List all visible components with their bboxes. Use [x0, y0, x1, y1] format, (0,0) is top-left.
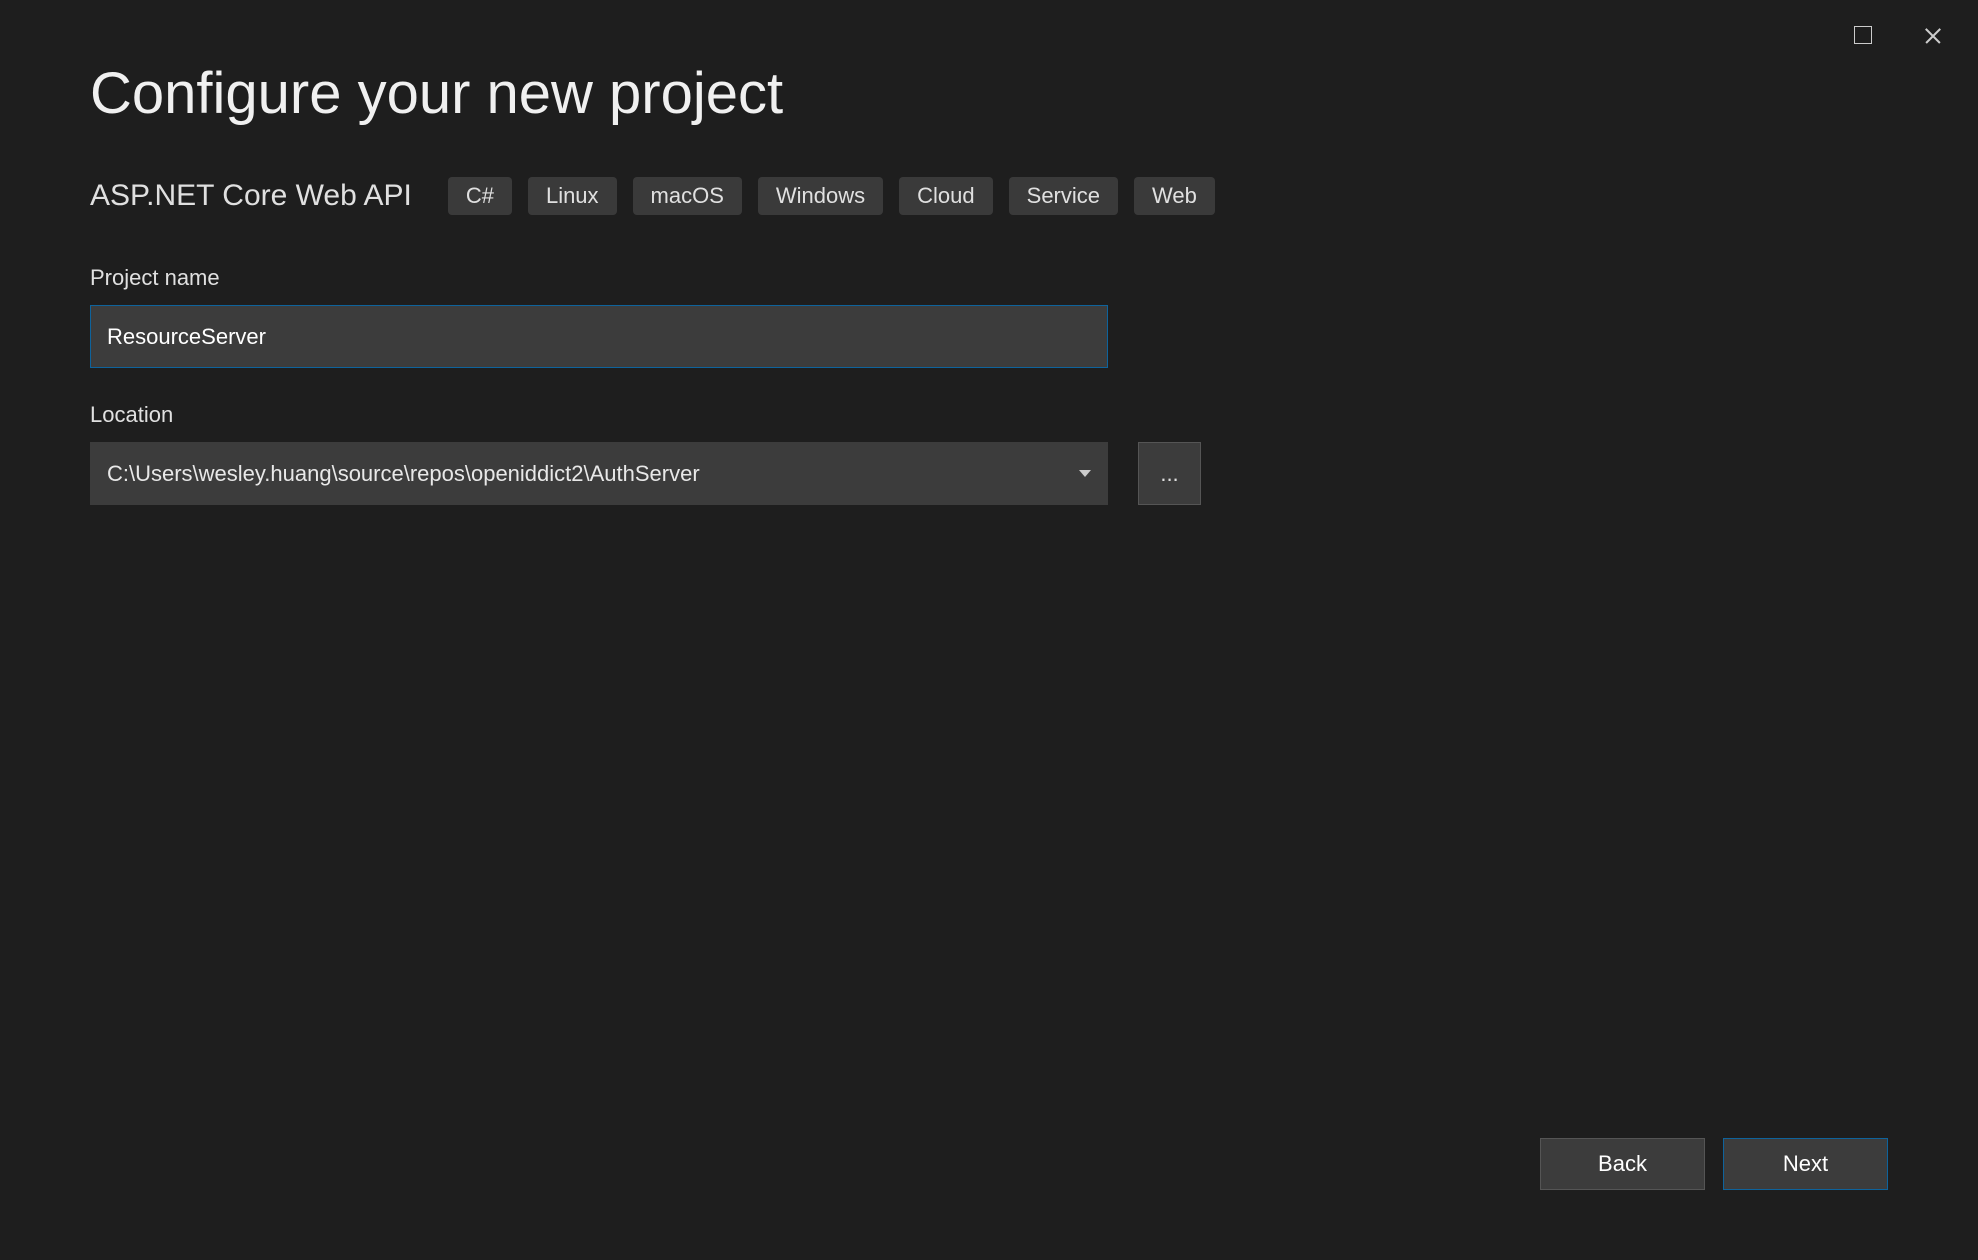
- project-name-label: Project name: [90, 265, 1888, 291]
- tag-service: Service: [1009, 177, 1118, 215]
- maximize-icon: [1854, 26, 1872, 44]
- footer: Back Next: [1540, 1138, 1888, 1190]
- page-title: Configure your new project: [90, 60, 1888, 127]
- tag-web: Web: [1134, 177, 1215, 215]
- template-row: ASP.NET Core Web API C# Linux macOS Wind…: [90, 177, 1888, 215]
- browse-button[interactable]: ...: [1138, 442, 1201, 505]
- location-row: C:\Users\wesley.huang\source\repos\openi…: [90, 442, 1888, 505]
- project-name-input[interactable]: [90, 305, 1108, 368]
- tag-linux: Linux: [528, 177, 617, 215]
- back-button[interactable]: Back: [1540, 1138, 1705, 1190]
- tag-macos: macOS: [633, 177, 742, 215]
- location-value: C:\Users\wesley.huang\source\repos\openi…: [107, 461, 700, 487]
- chevron-down-icon: [1079, 470, 1091, 477]
- window-titlebar: [1818, 0, 1978, 70]
- location-combobox[interactable]: C:\Users\wesley.huang\source\repos\openi…: [90, 442, 1108, 505]
- tag-windows: Windows: [758, 177, 883, 215]
- maximize-button[interactable]: [1848, 20, 1878, 50]
- close-button[interactable]: [1918, 20, 1948, 50]
- location-label: Location: [90, 402, 1888, 428]
- close-icon: [1923, 25, 1943, 45]
- main-content: Configure your new project ASP.NET Core …: [0, 0, 1978, 505]
- tag-csharp: C#: [448, 177, 512, 215]
- tag-cloud: Cloud: [899, 177, 992, 215]
- next-button[interactable]: Next: [1723, 1138, 1888, 1190]
- template-name: ASP.NET Core Web API: [90, 179, 412, 213]
